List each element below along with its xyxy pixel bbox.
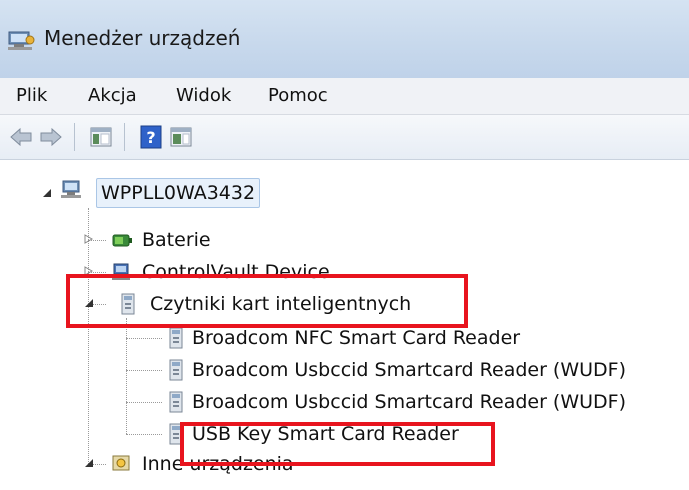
tree-item-broadcom-usbccid-1[interactable]: Broadcom Usbccid Smartcard Reader (WUDF) (160, 354, 685, 386)
smart-card-reader-icon (169, 391, 183, 413)
smart-card-reader-icon (169, 359, 183, 381)
window-titlebar: Menedżer urządzeń (0, 0, 689, 79)
svg-text:?: ? (146, 128, 155, 147)
tree-line (126, 338, 162, 339)
toolbar: ? (0, 115, 689, 160)
unknown-device-icon (112, 455, 130, 471)
menu-action[interactable]: Akcja (88, 84, 137, 108)
tree-item-broadcom-usbccid-2[interactable]: Broadcom Usbccid Smartcard Reader (WUDF) (160, 386, 685, 418)
battery-icon (112, 234, 132, 247)
menu-bar: Plik Akcja Widok Pomoc (0, 78, 689, 115)
device-manager-app-icon (8, 31, 35, 50)
highlight-box-smart-card-readers (66, 274, 468, 328)
expanded-triangle-icon[interactable] (42, 188, 52, 198)
toolbar-separator (74, 123, 75, 151)
menu-help[interactable]: Pomoc (268, 84, 328, 108)
tree-item-label: Baterie (142, 229, 211, 251)
tree-line (126, 434, 162, 435)
device-tree: WPPLL0WA3432 Baterie ControlVault Device (0, 160, 689, 490)
tree-line (126, 402, 162, 403)
forward-arrow-icon[interactable] (38, 124, 64, 150)
tree-line (126, 370, 162, 371)
tree-root-label: WPPLL0WA3432 (96, 178, 261, 208)
tree-line (126, 318, 127, 434)
help-icon[interactable]: ? (138, 124, 164, 150)
tree-item-label: Broadcom NFC Smart Card Reader (192, 327, 521, 349)
menu-view[interactable]: Widok (176, 84, 231, 108)
toolbar-separator (124, 123, 125, 151)
menu-file[interactable]: Plik (16, 84, 47, 108)
tree-item-baterie[interactable]: Baterie (80, 224, 380, 256)
collapsed-triangle-icon[interactable] (84, 234, 94, 244)
back-arrow-icon[interactable] (8, 124, 34, 150)
tree-item-label: Broadcom Usbccid Smartcard Reader (WUDF) (192, 359, 627, 381)
show-action-pane-icon[interactable] (168, 124, 194, 150)
computer-icon (61, 180, 81, 198)
tree-root-node[interactable]: WPPLL0WA3432 (40, 174, 340, 208)
window-title: Menedżer urządzeń (44, 26, 241, 50)
smart-card-reader-icon (169, 327, 183, 349)
tree-item-label: Broadcom Usbccid Smartcard Reader (WUDF) (192, 391, 627, 413)
highlight-box-usb-key-reader (180, 422, 495, 466)
show-hide-console-tree-icon[interactable] (88, 124, 114, 150)
expanded-triangle-icon[interactable] (84, 458, 94, 468)
